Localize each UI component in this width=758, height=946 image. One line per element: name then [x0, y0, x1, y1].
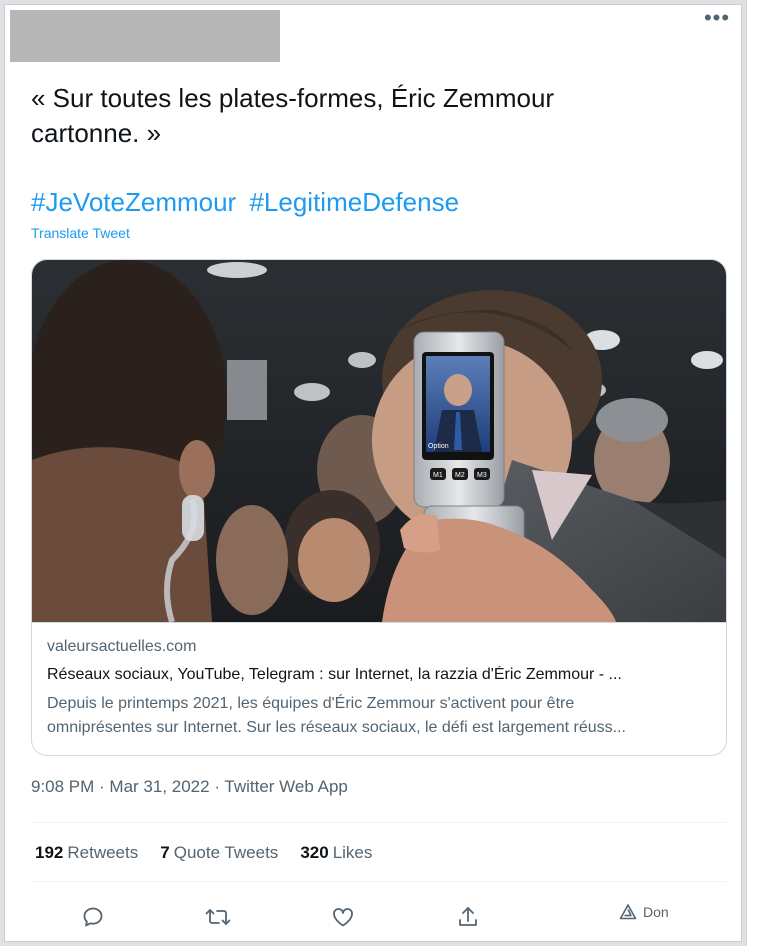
like-button[interactable] [325, 899, 361, 935]
donate-button[interactable]: Don [619, 903, 669, 921]
likes-count: 320 [300, 843, 329, 862]
share-button[interactable] [450, 899, 486, 935]
likes-stat[interactable]: 320 Likes [300, 843, 372, 863]
donate-icon [619, 904, 637, 920]
card-image: Option M1 M2 M3 1 2 3 [32, 260, 726, 622]
card-title: Réseaux sociaux, YouTube, Telegram : sur… [47, 666, 622, 683]
divider [31, 822, 727, 823]
card-description-line: Depuis le printemps 2021, les équipes d'… [47, 695, 575, 712]
tweet-frame: ••• « Sur toutes les plates-formes, Éric… [4, 4, 742, 942]
tweet-timestamp[interactable]: 9:08 PM · Mar 31, 2022 · Twitter Web App [31, 777, 348, 797]
tweet-stats: 192 Retweets 7 Quote Tweets 320 Likes [35, 843, 372, 863]
more-options-button[interactable]: ••• [702, 5, 732, 31]
tweet-text-line: cartonne. » [31, 118, 162, 148]
redacted-author-header [10, 10, 280, 62]
like-icon [333, 908, 353, 927]
hashtag-link[interactable]: #LegitimeDefense [249, 187, 459, 217]
phone-key-m1: M1 [433, 472, 443, 479]
action-bar: Don [31, 897, 727, 937]
more-horizontal-icon: ••• [703, 5, 731, 30]
quote-tweets-label: Quote Tweets [173, 843, 279, 862]
tweet-text: « Sur toutes les plates-formes, Éric Zem… [31, 81, 711, 151]
translate-tweet-link[interactable]: Translate Tweet [31, 225, 130, 241]
scrollbar[interactable] [746, 0, 758, 946]
retweets-count: 192 [35, 843, 64, 862]
phone-screen-label: Option [428, 443, 449, 450]
retweet-button[interactable] [200, 899, 236, 935]
retweet-icon [205, 909, 231, 925]
phone-key-m2: M2 [455, 472, 465, 479]
quote-tweets-count: 7 [160, 843, 170, 862]
divider [31, 881, 727, 882]
card-description-line: omniprésentes sur Internet. Sur les rése… [47, 719, 626, 736]
tweet-text-line: « Sur toutes les plates-formes, Éric Zem… [31, 83, 555, 113]
card-meta: valeursactuelles.com Réseaux sociaux, Yo… [32, 622, 726, 755]
card-description: Depuis le printemps 2021, les équipes d'… [47, 692, 712, 740]
reply-icon [83, 907, 103, 927]
reply-button[interactable] [75, 899, 111, 935]
link-card[interactable]: Option M1 M2 M3 1 2 3 valeursactuelles.c… [31, 259, 727, 756]
donate-label: Don [643, 904, 669, 920]
likes-label: Likes [332, 843, 373, 862]
retweets-stat[interactable]: 192 Retweets [35, 843, 138, 863]
phone-key-m3: M3 [477, 472, 487, 479]
quote-tweets-stat[interactable]: 7 Quote Tweets [160, 843, 278, 863]
retweets-label: Retweets [67, 843, 139, 862]
hashtags: #JeVoteZemmour #LegitimeDefense [31, 185, 465, 219]
hashtag-link[interactable]: #JeVoteZemmour [31, 187, 236, 217]
share-icon [459, 907, 477, 926]
card-domain: valeursactuelles.com [47, 638, 197, 655]
